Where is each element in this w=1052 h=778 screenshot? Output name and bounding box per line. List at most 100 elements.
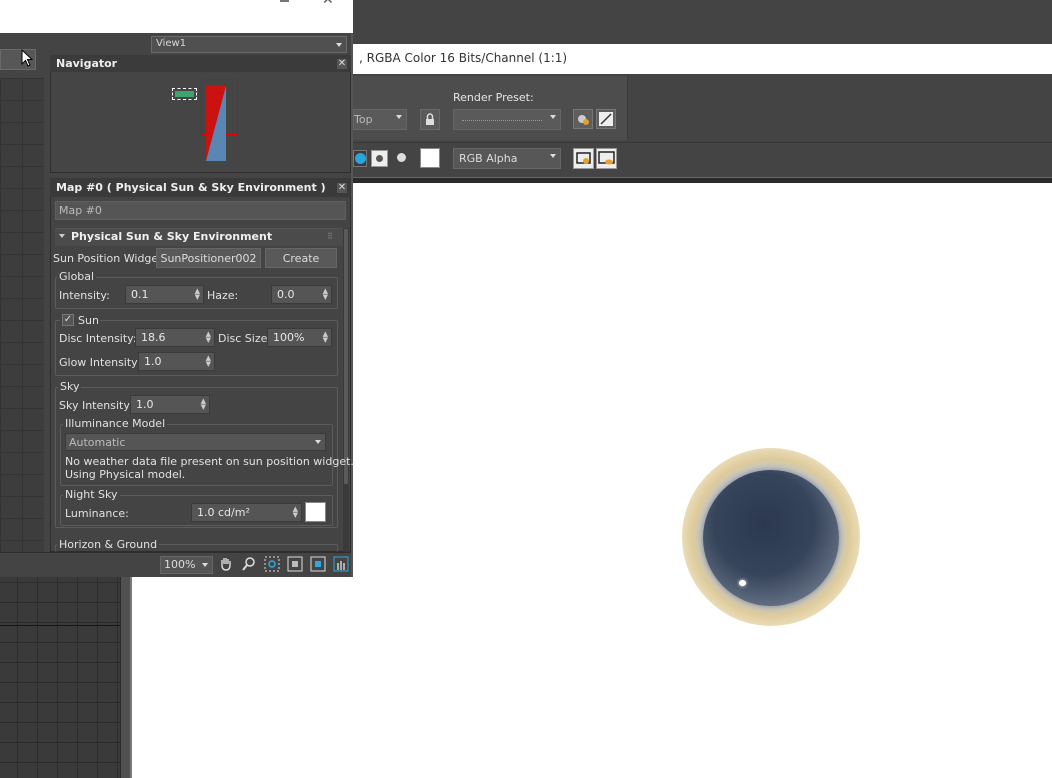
spinner-arrows-icon[interactable]: ▲ ▼	[323, 288, 328, 301]
blue-channel-toggle[interactable]	[353, 150, 367, 167]
render-window-title: , RGBA Color 16 Bits/Channel (1:1)	[353, 44, 1052, 74]
night-sky-color-swatch[interactable]	[305, 502, 326, 522]
haze-label: Haze:	[207, 289, 239, 302]
render-preset-label: Render Preset:	[453, 91, 534, 104]
hand-icon[interactable]	[217, 556, 235, 574]
slate-titlebar	[0, 0, 353, 33]
view-select-value: View1	[156, 38, 187, 49]
map-name-field[interactable]: Map #0	[55, 201, 346, 220]
sun-group-title: Sun	[78, 314, 99, 327]
sky-sphere	[703, 470, 839, 606]
channel-display-value: RGB Alpha	[459, 152, 518, 165]
spinner-arrows-icon[interactable]: ▲ ▼	[323, 331, 328, 344]
luminance-spinner[interactable]: 1.0 cd/m² ▲ ▼	[191, 503, 302, 522]
haze-spinner[interactable]: 0.0 ▲ ▼	[271, 285, 332, 304]
empty-value-placeholder	[462, 120, 542, 121]
monitor-icon	[576, 152, 591, 164]
illuminance-group-title: Illuminance Model	[63, 417, 168, 430]
chevron-down-icon	[315, 440, 321, 444]
disc-intensity-spinner[interactable]: 18.6 ▲ ▼	[135, 328, 215, 347]
chevron-down-icon	[550, 154, 556, 158]
illuminance-model-value: Automatic	[69, 436, 126, 449]
alpha-channel-toggle[interactable]	[396, 152, 408, 164]
teapot-gear-icon	[578, 115, 589, 125]
chevron-down-icon	[550, 115, 556, 119]
render-window-top-strip	[353, 0, 1052, 44]
render-preset-select[interactable]	[453, 109, 561, 130]
preset-save-button[interactable]	[596, 109, 616, 129]
spinner-arrows-icon[interactable]: ▲ ▼	[206, 355, 211, 368]
glow-intensity-label: Glow Intensity:	[59, 356, 141, 369]
intensity-value: 0.1	[131, 288, 149, 301]
panel-scroll-thumb[interactable]	[344, 229, 348, 484]
spinner-arrows-icon[interactable]: ▲ ▼	[195, 288, 200, 301]
sky-intensity-spinner[interactable]: 1.0 ▲ ▼	[130, 395, 210, 414]
zoom-extents-icon[interactable]	[286, 556, 304, 574]
sky-intensity-value: 1.0	[136, 398, 154, 411]
minimize-icon[interactable]	[280, 0, 289, 2]
rollout-collapse-icon[interactable]	[59, 234, 65, 238]
channel-display-select[interactable]: RGB Alpha	[453, 148, 561, 169]
glow-intensity-value: 1.0	[144, 355, 162, 368]
close-icon[interactable]: ✕	[337, 59, 347, 69]
sun-positioner-button[interactable]: SunPositioner002	[156, 248, 261, 268]
disc-size-value: 100%	[273, 331, 305, 344]
intensity-spinner[interactable]: 0.1 ▲ ▼	[125, 285, 204, 304]
luminance-value: 1.0 cd/m²	[197, 506, 250, 519]
horizon-group-title: Horizon & Ground	[57, 538, 160, 551]
disc-size-spinner[interactable]: 100% ▲ ▼	[267, 328, 332, 347]
spinner-arrows-icon[interactable]: ▲ ▼	[293, 506, 298, 519]
zoom-value: 100%	[164, 558, 196, 571]
pan-to-selected-icon[interactable]	[332, 556, 350, 574]
viewport-select-value: Top	[354, 113, 373, 126]
grid-viewport[interactable]	[0, 577, 130, 778]
disc-intensity-label: Disc Intensity:	[59, 332, 137, 345]
illuminance-model-select[interactable]: Automatic	[65, 433, 326, 451]
slate-view-grid[interactable]	[0, 78, 45, 552]
night-sky-group-title: Night Sky	[63, 488, 120, 501]
sky-intensity-label: Sky Intensity:	[59, 399, 133, 412]
viewport-border	[120, 577, 130, 778]
glow-intensity-spinner[interactable]: 1.0 ▲ ▼	[138, 352, 215, 371]
create-button[interactable]: Create	[265, 248, 337, 268]
weather-note-line-2: Using Physical model.	[65, 468, 186, 481]
zoom-icon[interactable]	[240, 556, 258, 574]
spinner-arrows-icon[interactable]: ▲ ▼	[201, 398, 206, 411]
zoom-select[interactable]: 100%	[160, 556, 213, 574]
navigator-node-environment	[206, 86, 226, 161]
global-group-title: Global	[57, 270, 97, 283]
chevron-down-icon	[202, 563, 208, 567]
material-panel-title: Map #0 ( Physical Sun & Sky Environment …	[50, 178, 351, 197]
render-setup-panel	[353, 76, 628, 140]
haze-value: 0.0	[277, 288, 295, 301]
close-icon[interactable]: ✕	[337, 183, 347, 193]
weather-note-line-1: No weather data file present on sun posi…	[65, 455, 354, 468]
lock-icon	[426, 113, 434, 125]
luminance-label: Luminance:	[65, 507, 129, 520]
view-select[interactable]: View1	[151, 36, 347, 53]
lock-viewport-button[interactable]	[420, 109, 440, 130]
chevron-down-icon	[336, 43, 342, 47]
viewport-select[interactable]: Top	[353, 109, 407, 130]
display-toggle-button[interactable]	[573, 148, 594, 169]
chevron-down-icon	[396, 115, 402, 119]
rollout-title: Physical Sun & Sky Environment	[71, 230, 273, 243]
color-swatch[interactable]	[420, 148, 440, 168]
sun-highlight	[739, 580, 746, 586]
zoom-region-icon[interactable]	[263, 556, 281, 574]
mouse-cursor-icon	[21, 48, 35, 69]
zoom-selected-icon[interactable]	[309, 556, 327, 574]
intensity-label: Intensity:	[59, 289, 110, 302]
preset-load-button[interactable]	[573, 109, 593, 129]
disc-size-label: Disc Size:	[218, 332, 272, 345]
grip-icon: ⠿	[327, 232, 333, 241]
navigator-node-map	[172, 88, 197, 100]
display-window-button[interactable]	[596, 148, 617, 169]
edit-icon	[599, 112, 613, 126]
sun-checkbox[interactable]: ✓	[62, 314, 74, 326]
spinner-arrows-icon[interactable]: ▲ ▼	[206, 331, 211, 344]
grid-axis-line	[0, 625, 120, 626]
mono-channel-toggle[interactable]	[371, 150, 388, 167]
disc-intensity-value: 18.6	[141, 331, 166, 344]
close-icon[interactable]: ✕	[322, 0, 334, 8]
